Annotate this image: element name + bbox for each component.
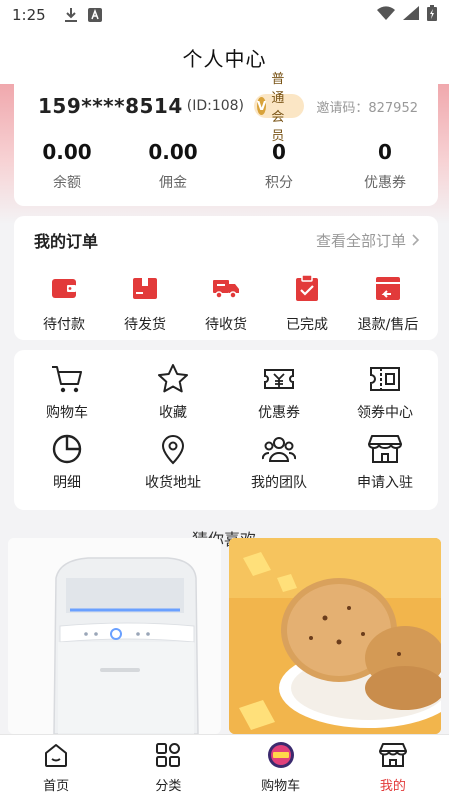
stat-value: 0 (378, 140, 392, 164)
stat-value: 0 (272, 140, 286, 164)
stat-commission[interactable]: 0.00 佣金 (120, 140, 226, 192)
tool-label: 我的团队 (251, 475, 307, 491)
download-icon (64, 7, 78, 23)
tool-team[interactable]: 我的团队 (226, 432, 332, 492)
product-card-air-purifier[interactable] (8, 538, 221, 734)
team-icon (262, 437, 296, 462)
nav-home[interactable]: 首页 (0, 735, 112, 800)
view-all-orders-link[interactable]: 查看全部订单 (316, 230, 422, 251)
home-icon (45, 744, 68, 767)
bottom-nav: 首页 分类 购物车 我的 (0, 734, 449, 800)
app-notification-icon (87, 8, 102, 22)
tool-label: 明细 (53, 475, 81, 491)
order-label: 退款/售后 (357, 317, 419, 333)
nav-mine[interactable]: 我的 (337, 735, 449, 800)
order-completed[interactable]: 已完成 (267, 274, 347, 334)
pie-chart-icon (52, 434, 82, 464)
tool-coupon-center[interactable]: 领券中心 (332, 362, 438, 422)
tools-card: 购物车 收藏 优惠券 领券中心 明细 收货地址 我的团队 申请入驻 (14, 350, 438, 510)
tool-details[interactable]: 明细 (14, 432, 120, 492)
page-header: 个人中心 (0, 30, 449, 84)
nav-label: 分类 (155, 779, 182, 794)
tool-label: 申请入驻 (357, 475, 413, 491)
coupon-icon (264, 369, 294, 389)
tool-label: 优惠券 (258, 405, 300, 421)
stat-value: 0.00 (42, 140, 92, 164)
stat-label: 积分 (265, 175, 293, 191)
tool-label: 购物车 (46, 405, 88, 421)
page-title: 个人中心 (182, 46, 267, 71)
wallet-icon (52, 279, 76, 298)
cart-icon (52, 366, 82, 393)
order-refund[interactable]: 退款/售后 (348, 274, 428, 334)
nav-label: 购物车 (261, 779, 301, 794)
account-stats: 0.00 余额 0.00 佣金 0 积分 0 优惠券 (14, 140, 438, 192)
stat-points[interactable]: 0 积分 (226, 140, 332, 192)
chevron-right-icon (412, 234, 420, 246)
stat-value: 0.00 (148, 140, 198, 164)
refund-icon (376, 277, 400, 300)
product-grid (8, 538, 441, 734)
clipboard-check-icon (296, 274, 318, 301)
signal-icon (403, 6, 419, 24)
battery-icon (427, 5, 437, 25)
product-card-cookies[interactable] (228, 538, 441, 734)
order-pending-payment[interactable]: 待付款 (24, 274, 104, 334)
tool-label: 收藏 (159, 405, 187, 421)
tool-favorites[interactable]: 收藏 (120, 362, 226, 422)
order-label: 待收货 (205, 317, 247, 333)
status-bar: 1:25 (0, 0, 449, 30)
user-id: (ID:108) (186, 98, 245, 114)
tool-cart[interactable]: 购物车 (14, 362, 120, 422)
nav-cart[interactable]: 购物车 (225, 735, 337, 800)
shop-icon (378, 743, 407, 767)
stat-label: 余额 (53, 175, 81, 191)
vip-icon: V (257, 97, 267, 115)
product-image-cookies (228, 538, 441, 734)
stat-coupons[interactable]: 0 优惠券 (332, 140, 438, 192)
stat-label: 优惠券 (364, 175, 406, 191)
profile-card: 159****8514 (ID:108) V 普通会员 邀请码：827952 0… (14, 72, 438, 206)
order-pending-shipment[interactable]: 待发货 (105, 274, 185, 334)
member-level: 普通会员 (271, 72, 285, 144)
tool-label: 收货地址 (145, 475, 201, 491)
orders-title: 我的订单 (34, 232, 99, 251)
order-pending-receipt[interactable]: 待收货 (186, 274, 266, 334)
tool-label: 领券中心 (357, 405, 413, 421)
ticket-icon (370, 367, 400, 391)
cart-promo-icon (267, 742, 294, 768)
product-image-air-purifier (8, 538, 220, 734)
location-icon (161, 435, 185, 465)
stat-label: 佣金 (159, 175, 187, 191)
user-phone: 159****8514 (38, 94, 183, 118)
invite-code[interactable]: 邀请码：827952 (316, 97, 418, 116)
nav-label: 首页 (43, 779, 70, 794)
tool-coupons[interactable]: 优惠券 (226, 362, 332, 422)
truck-icon (213, 280, 239, 299)
order-label: 待付款 (43, 317, 85, 333)
category-icon (156, 743, 181, 767)
box-icon (133, 278, 157, 299)
stat-balance[interactable]: 0.00 余额 (14, 140, 120, 192)
nav-category[interactable]: 分类 (112, 735, 224, 800)
order-label: 已完成 (286, 317, 328, 333)
wifi-icon (377, 6, 395, 24)
orders-card: 我的订单 查看全部订单 待付款 待发货 待收货 已完成 退款/售后 (14, 216, 438, 340)
nav-label: 我的 (379, 779, 406, 794)
member-badge[interactable]: V 普通会员 (254, 72, 305, 144)
view-all-label: 查看全部订单 (315, 231, 406, 250)
store-icon (368, 435, 402, 463)
tool-address[interactable]: 收货地址 (120, 432, 226, 492)
tool-apply-merchant[interactable]: 申请入驻 (332, 432, 438, 492)
star-icon (158, 364, 188, 393)
status-time: 1:25 (12, 6, 46, 24)
order-label: 待发货 (124, 317, 166, 333)
